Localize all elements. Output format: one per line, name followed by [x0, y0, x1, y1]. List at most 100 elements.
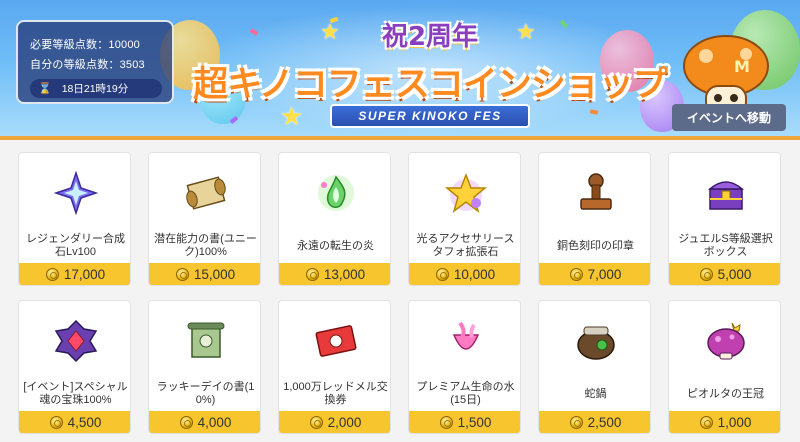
meso-ticket-icon — [315, 325, 356, 357]
item-name: 光るアクセサリースタフォ拡張石 — [416, 233, 515, 258]
coin-icon — [569, 267, 583, 281]
price-bar: 17,000 — [19, 263, 130, 285]
coin-icon — [569, 415, 583, 429]
shop-item-card[interactable]: ラッキーデイの書(10%) 4,000 — [148, 300, 261, 434]
item-name: [イベント]スペシャル魂の宝珠100% — [23, 381, 128, 406]
anniversary-subtitle: 祝2周年 — [381, 22, 479, 52]
banner-title-block: ★ 祝2周年 ★ 超キノコフェスコインショップ SUPER KINOKO FES… — [190, 14, 670, 134]
price-bar: 5,000 — [669, 263, 780, 285]
price-bar: 7,000 — [539, 263, 650, 285]
price-bar: 10,000 — [409, 263, 520, 285]
item-icon-area — [279, 159, 390, 227]
item-name: レジェンダリー合成石Lv100 — [26, 233, 125, 258]
points-info-panel: 必要等級点数：10000 自分の等級点数：3503 ⌛ 18日21時19分 — [16, 20, 174, 104]
eternal-flame-icon — [317, 175, 354, 211]
item-name: 永遠の転生の炎 — [297, 239, 374, 252]
coin-icon — [305, 267, 319, 281]
item-icon-area — [539, 159, 650, 227]
price-bar: 4,500 — [19, 411, 130, 433]
shop-title: 超キノコフェスコインショップ — [193, 65, 668, 105]
item-price: 4,000 — [197, 414, 232, 430]
coin-icon — [49, 415, 63, 429]
stamp-icon — [579, 173, 612, 210]
coin-icon — [179, 415, 193, 429]
shop-item-grid: レジェンダリー合成石Lv100 17,000 潜在能力の書(ユニーク)100% … — [0, 144, 800, 442]
shop-item-card[interactable]: 光るアクセサリースタフォ拡張石 10,000 — [408, 152, 521, 286]
item-icon-area — [19, 307, 130, 375]
shop-item-card[interactable]: ジュエルS等級選択ボックス 5,000 — [668, 152, 781, 286]
shop-item-card[interactable]: [イベント]スペシャル魂の宝珠100% 4,500 — [18, 300, 131, 434]
item-price: 2,500 — [587, 414, 622, 430]
item-icon-area — [279, 307, 390, 375]
coin-icon — [309, 415, 323, 429]
shop-item-card[interactable]: レジェンダリー合成石Lv100 17,000 — [18, 152, 131, 286]
item-icon-area — [539, 307, 650, 375]
coin-icon — [699, 267, 713, 281]
fes-ribbon: SUPER KINOKO FES — [330, 104, 530, 128]
item-name: ピオルタの王冠 — [687, 387, 764, 400]
item-price: 10,000 — [453, 266, 496, 282]
item-name: ラッキーデイの書(10%) — [156, 381, 255, 406]
price-bar: 1,000 — [669, 411, 780, 433]
event-banner: 必要等級点数：10000 自分の等級点数：3503 ⌛ 18日21時19分 ★ … — [0, 0, 800, 140]
item-price: 15,000 — [193, 266, 236, 282]
item-price: 1,000 — [717, 414, 752, 430]
go-to-event-button[interactable]: イベントへ移動 — [672, 104, 786, 131]
item-icon-area — [149, 159, 260, 227]
shop-item-card[interactable]: 潜在能力の書(ユニーク)100% 15,000 — [148, 152, 261, 286]
event-timer: ⌛ 18日21時19分 — [30, 79, 162, 98]
coin-icon — [45, 267, 59, 281]
item-name: プレミアム生命の水(15日) — [416, 381, 515, 406]
item-icon-area — [669, 307, 780, 375]
item-price: 17,000 — [63, 266, 106, 282]
star-icon: ★ — [516, 20, 536, 45]
price-bar: 1,500 — [409, 411, 520, 433]
item-icon-area — [669, 159, 780, 227]
item-icon-area — [149, 307, 260, 375]
shop-item-card[interactable]: 銅色刻印の印章 7,000 — [538, 152, 651, 286]
timer-text: 18日21時19分 — [61, 83, 129, 95]
water-of-life-icon — [452, 321, 479, 350]
hourglass-icon: ⌛ — [38, 83, 52, 95]
item-icon-area — [19, 159, 130, 227]
shop-item-card[interactable]: ピオルタの王冠 1,000 — [668, 300, 781, 434]
price-bar: 2,500 — [539, 411, 650, 433]
own-points-text: 自分の等級点数：3503 — [30, 59, 145, 71]
legendary-stone-icon — [53, 171, 98, 215]
item-icon-area — [409, 159, 520, 227]
item-price: 13,000 — [323, 266, 366, 282]
item-name: 潜在能力の書(ユニーク)100% — [154, 233, 257, 258]
item-name: 蛇鍋 — [584, 387, 607, 400]
shop-item-card[interactable]: 蛇鍋 2,500 — [538, 300, 651, 434]
price-bar: 4,000 — [149, 411, 260, 433]
jewel-box-icon — [707, 181, 744, 210]
snake-pot-icon — [576, 326, 615, 360]
item-price: 5,000 — [717, 266, 752, 282]
item-price: 4,500 — [67, 414, 102, 430]
price-bar: 13,000 — [279, 263, 390, 285]
shop-item-card[interactable]: 1,000万レッドメル交換券 2,000 — [278, 300, 391, 434]
item-price: 1,500 — [457, 414, 492, 430]
item-name: ジュエルS等級選択ボックス — [678, 233, 773, 258]
potential-scroll-icon — [185, 176, 226, 210]
shop-item-card[interactable]: プレミアム生命の水(15日) 1,500 — [408, 300, 521, 434]
item-price: 7,000 — [587, 266, 622, 282]
price-bar: 15,000 — [149, 263, 260, 285]
star-stone-icon — [444, 172, 487, 213]
star-icon: ★ — [320, 20, 340, 45]
item-price: 2,000 — [327, 414, 362, 430]
soul-gem-icon — [54, 319, 97, 363]
required-points-text: 必要等級点数：10000 — [30, 39, 140, 51]
coin-icon — [439, 415, 453, 429]
shop-item-card[interactable]: 永遠の転生の炎 13,000 — [278, 152, 391, 286]
item-icon-area — [409, 307, 520, 375]
coin-icon — [699, 415, 713, 429]
svg-text:M: M — [734, 57, 750, 76]
star-icon: ★ — [280, 102, 304, 132]
price-bar: 2,000 — [279, 411, 390, 433]
item-name: 1,000万レッドメル交換券 — [283, 381, 388, 406]
coin-icon — [175, 267, 189, 281]
lucky-scroll-icon — [187, 322, 224, 358]
coin-icon — [435, 267, 449, 281]
item-name: 銅色刻印の印章 — [557, 239, 634, 252]
